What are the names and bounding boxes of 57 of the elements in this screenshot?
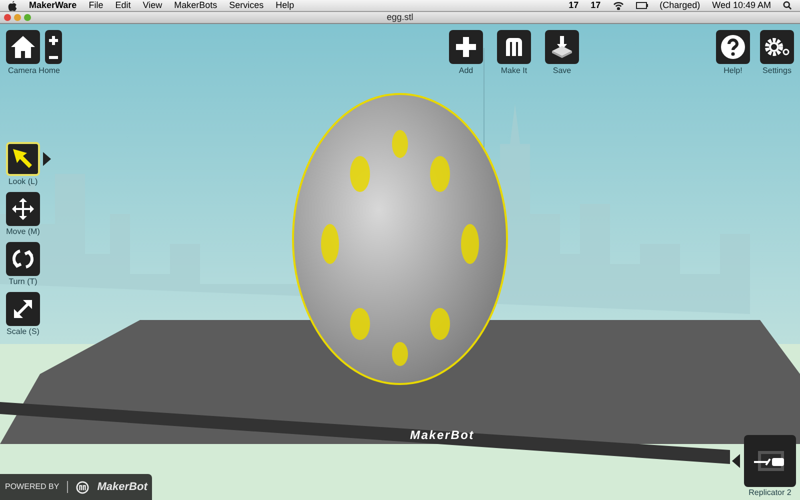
tool-label: Look (L): [8, 177, 38, 187]
tool-label: Move (M): [6, 227, 40, 237]
move-arrows-icon: [11, 197, 35, 221]
rotate-arrows-icon: [11, 247, 35, 271]
triangle-pointer-icon: [732, 454, 740, 468]
house-icon: [10, 35, 36, 59]
device-label: Replicator 2: [748, 488, 792, 498]
menu-item[interactable]: Edit: [115, 0, 131, 12]
help-icon: [720, 34, 746, 60]
menu-item[interactable]: Help: [276, 0, 294, 12]
triangle-pointer-icon: [43, 152, 51, 166]
menu-item[interactable]: View: [142, 0, 162, 12]
zoom-control[interactable]: [45, 30, 62, 64]
menu-item[interactable]: File: [88, 0, 104, 12]
adobe-status-item[interactable]: 17: [590, 0, 601, 12]
powered-by-text: POWERED BY: [5, 481, 60, 493]
device-button[interactable]: [744, 435, 796, 487]
apple-icon[interactable]: [8, 0, 17, 10]
download-tray-icon: [550, 35, 574, 59]
settings-icon: [764, 36, 790, 58]
minus-icon: [49, 56, 58, 58]
tool-button[interactable]: [6, 192, 40, 226]
plus-icon: [455, 36, 477, 58]
toolbar-button[interactable]: [497, 30, 531, 64]
toolbar-button[interactable]: [449, 30, 483, 64]
tool-button[interactable]: [6, 242, 40, 276]
toolbar-label: Add: [458, 66, 474, 76]
brand-name: MakerBot: [97, 480, 148, 495]
toolbar-label: Save: [552, 66, 572, 76]
m-logo-icon: [503, 36, 525, 58]
window-title: egg.stl: [386, 10, 414, 24]
app-menu[interactable]: MakerWare: [29, 0, 77, 12]
camera-home-label: Camera Home: [8, 66, 60, 76]
tool-label: Turn (T): [8, 277, 38, 287]
adobe-status-item[interactable]: 17: [568, 0, 579, 12]
help-label: Help!: [724, 66, 742, 76]
settings-label: Settings: [762, 66, 792, 76]
tool-button[interactable]: [6, 292, 40, 326]
help-button[interactable]: [716, 30, 750, 64]
tool-label: Scale (S): [6, 327, 40, 337]
search-icon[interactable]: [783, 1, 792, 10]
platform-brand: MakerBot: [410, 427, 474, 444]
menu-item[interactable]: Services: [229, 0, 264, 12]
battery-icon[interactable]: [636, 2, 648, 9]
settings-button[interactable]: [760, 30, 794, 64]
toolbar-label: Make It: [500, 66, 528, 76]
clock: Wed 10:49 AM: [712, 0, 771, 12]
close-button[interactable]: [4, 14, 11, 21]
plus-icon: [49, 36, 58, 44]
pointer-arrow-icon: [11, 147, 35, 171]
camera-home-button[interactable]: [6, 30, 40, 64]
diagonal-arrow-icon: [11, 297, 35, 321]
battery-status: (Charged): [660, 0, 700, 12]
menu-item[interactable]: MakerBots: [174, 0, 218, 12]
makerbot-logo-icon: [76, 480, 90, 494]
wifi-icon[interactable]: [612, 1, 624, 10]
toolbar-button[interactable]: [545, 30, 579, 64]
